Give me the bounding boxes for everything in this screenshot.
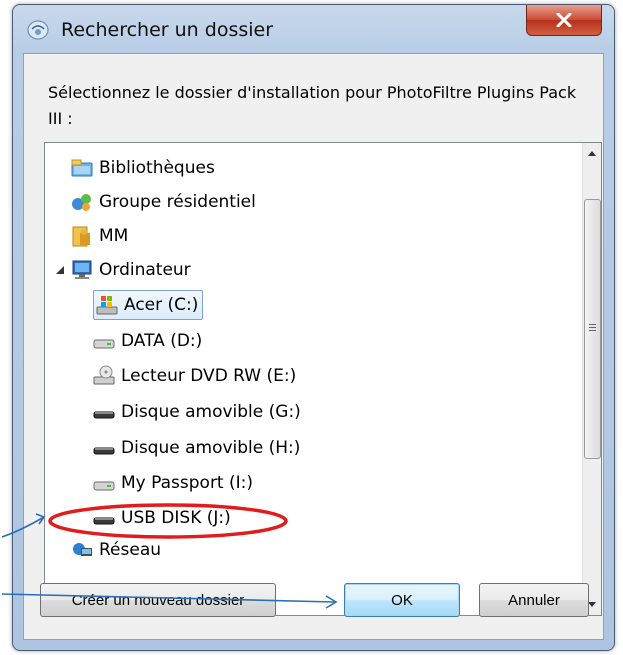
folder-tree[interactable]: Bibliothèques Groupe résidentiel MM Ordi… — [44, 142, 602, 616]
tree-item-label: Ordinateur — [99, 260, 191, 280]
tree-item-bibliotheques[interactable]: Bibliothèques — [55, 153, 215, 183]
computer-icon — [72, 260, 92, 279]
expand-arrow-icon[interactable] — [55, 230, 67, 242]
tree-item-label: Disque amovible (H:) — [121, 438, 301, 458]
browse-folder-dialog: Rechercher un dossier Sélectionnez le do… — [12, 4, 615, 651]
network-icon — [73, 543, 92, 556]
tree-item-label: DATA (D:) — [121, 331, 203, 351]
system-drive-icon — [96, 296, 118, 315]
tree-item-usb-disk-j[interactable]: USB DISK (J:) — [77, 503, 231, 533]
removable-drive-icon — [93, 447, 115, 455]
tree-item-label: Lecteur DVD RW (E:) — [121, 366, 297, 386]
tree-item-label: Disque amovible (G:) — [121, 402, 301, 422]
expand-arrow-icon[interactable] — [55, 544, 67, 556]
expand-arrow-icon[interactable] — [77, 335, 89, 347]
expand-arrow-icon[interactable] — [77, 406, 89, 418]
collapse-arrow-icon[interactable] — [55, 264, 67, 276]
tree-item-label: My Passport (I:) — [121, 473, 254, 493]
tree-item-label: MM — [99, 226, 129, 246]
tree-item-data-d[interactable]: DATA (D:) — [77, 326, 202, 356]
tree-item-mm[interactable]: MM — [55, 221, 128, 251]
instruction-text: Sélectionnez le dossier d'installation p… — [48, 83, 577, 128]
expand-arrow-icon[interactable] — [77, 370, 89, 382]
tree-item-label: USB DISK (J:) — [121, 508, 231, 528]
tree-item-ordinateur[interactable]: Ordinateur — [55, 255, 191, 285]
cancel-button[interactable]: Annuler — [479, 583, 589, 617]
expand-arrow-icon[interactable] — [55, 162, 67, 174]
tree-item-reseau[interactable]: Réseau — [55, 535, 161, 565]
vertical-scrollbar[interactable] — [582, 143, 601, 615]
tree-item-acer-c[interactable]: Acer (C:) — [77, 290, 204, 320]
expand-arrow-icon[interactable] — [77, 477, 89, 489]
tree-item-label: Acer (C:) — [124, 295, 199, 315]
tree-item-removable-g[interactable]: Disque amovible (G:) — [77, 397, 301, 427]
expand-arrow-icon[interactable] — [77, 442, 89, 454]
dvd-drive-icon — [93, 365, 115, 385]
removable-drive-icon — [93, 517, 115, 525]
tree-item-groupe-residentiel[interactable]: Groupe résidentiel — [55, 187, 256, 217]
tree-item-label: Groupe résidentiel — [99, 192, 256, 212]
window-title: Rechercher un dossier — [61, 19, 274, 41]
hard-drive-icon — [93, 339, 115, 349]
tree-item-dvd-e[interactable]: Lecteur DVD RW (E:) — [77, 361, 296, 391]
folder-search-icon — [27, 20, 49, 40]
tree-item-label: Bibliothèques — [99, 158, 215, 178]
hard-drive-icon — [93, 481, 115, 491]
scroll-up-button[interactable] — [583, 145, 601, 163]
homegroup-icon — [72, 194, 91, 211]
expand-arrow-icon[interactable] — [77, 299, 89, 311]
scroll-thumb[interactable] — [584, 199, 601, 459]
libraries-icon — [71, 159, 93, 177]
ok-button[interactable]: OK — [344, 583, 460, 617]
grip-icon — [589, 324, 596, 333]
selected-item-box[interactable]: Acer (C:) — [93, 290, 204, 320]
new-folder-button[interactable]: Créer un nouveau dossier — [40, 583, 276, 617]
title-bar[interactable]: Rechercher un dossier — [13, 5, 614, 53]
tree-item-my-passport-i[interactable]: My Passport (I:) — [77, 468, 253, 498]
removable-drive-icon — [93, 411, 115, 419]
expand-arrow-icon[interactable] — [77, 512, 89, 524]
tree-item-removable-h[interactable]: Disque amovible (H:) — [77, 433, 300, 463]
user-folder-icon — [72, 226, 90, 247]
tree-item-label: Réseau — [99, 540, 162, 560]
expand-arrow-icon[interactable] — [55, 196, 67, 208]
close-icon — [556, 13, 572, 27]
dialog-body: Sélectionnez le dossier d'installation p… — [23, 53, 604, 640]
close-button[interactable] — [526, 5, 602, 36]
